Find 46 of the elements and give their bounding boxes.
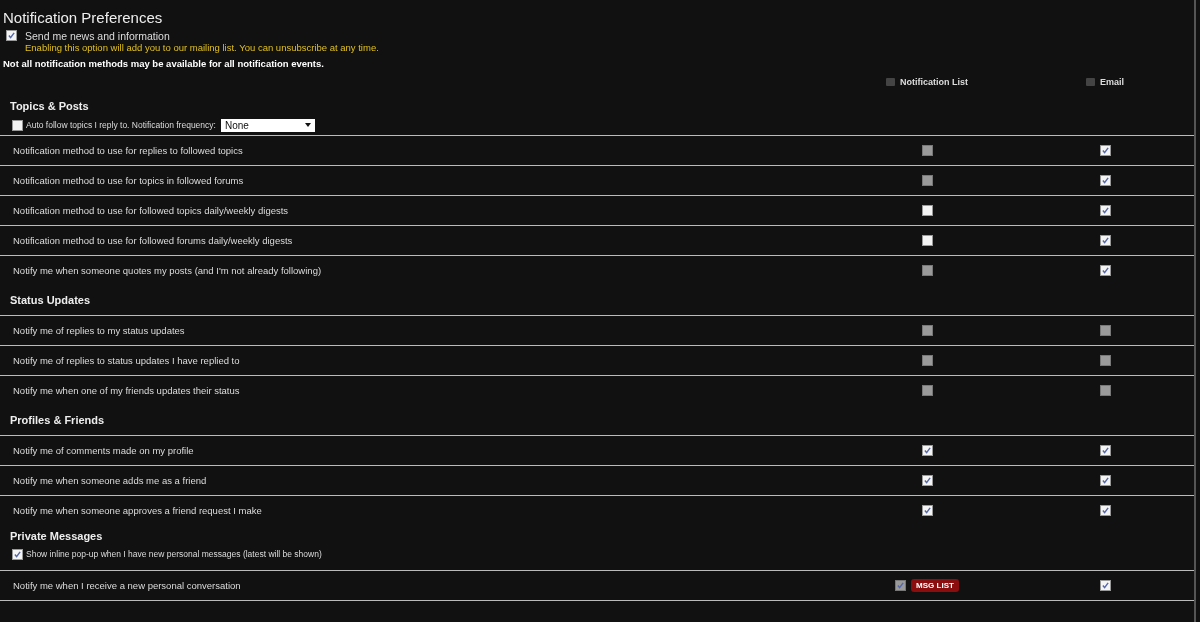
section-title: Private Messages	[9, 529, 104, 544]
caret-icon	[304, 123, 311, 127]
row-label: Notify me when someone approves a friend request I make	[12, 505, 263, 516]
checkbox[interactable]	[1099, 475, 1111, 486]
hint-text: Enabling this option will add you to our mailing list. You can unsubscribe at any time.	[25, 42, 379, 54]
checkbox[interactable]	[1099, 580, 1111, 591]
option-label: Show inline pop-up when I have new personal messages (latest will be shown)	[26, 549, 322, 559]
option-label: Send me news and information	[25, 30, 171, 42]
row-label: Notify me of comments made on my profile	[12, 445, 195, 456]
section-title: Topics & Posts	[9, 99, 90, 114]
checkbox[interactable]	[921, 505, 933, 516]
frequency-select[interactable]: None	[220, 118, 315, 132]
option-label: Auto follow topics I reply to. Notification frequency:	[26, 120, 216, 130]
row-label: Notification method to use for topics in followed forums	[12, 175, 245, 186]
checkbox[interactable]	[921, 445, 933, 456]
column-header: Email	[1100, 77, 1124, 87]
checkbox[interactable]	[921, 475, 933, 486]
note-text: Not all notification methods may be available for all notification events.	[2, 58, 325, 69]
column-icon	[1086, 78, 1095, 86]
row-label: Notification method to use for followed forums daily/weekly digests	[12, 235, 294, 246]
row-label: Notify me when someone quotes my posts (and I'm not already following)	[12, 265, 323, 276]
section-title: Profiles & Friends	[9, 413, 106, 428]
checkbox[interactable]	[1099, 505, 1111, 516]
column-header: Notification List	[900, 77, 968, 87]
checkbox[interactable]	[921, 205, 933, 216]
checkbox[interactable]	[1099, 445, 1111, 456]
row-label: Notify me when one of my friends updates their status	[12, 385, 241, 396]
row-label: Notification method to use for followed topics daily/weekly digests	[12, 205, 290, 216]
checkbox[interactable]	[1099, 205, 1111, 216]
page-title: Notification Preferences	[2, 8, 164, 28]
row-label: Notify me when someone adds me as a friend	[12, 475, 208, 486]
column-icon	[886, 78, 895, 86]
row-label: Notification method to use for replies to followed topics	[12, 145, 244, 156]
checkbox[interactable]	[1099, 235, 1111, 246]
checkbox[interactable]	[6, 30, 17, 41]
checkbox[interactable]	[921, 235, 933, 246]
row-label: Notify me of replies to my status updates	[12, 325, 186, 336]
checkbox[interactable]	[1099, 265, 1111, 276]
checkbox[interactable]	[12, 548, 23, 560]
row-label: Notify me when I receive a new personal conversation	[12, 580, 242, 591]
checkbox[interactable]	[12, 119, 23, 131]
section-title: Status Updates	[9, 293, 92, 308]
row-label: Notify me of replies to status updates I have replied to	[12, 355, 241, 366]
checkbox[interactable]	[1099, 175, 1111, 186]
checkbox[interactable]	[1099, 145, 1111, 156]
msg-list-badge: MSG LIST	[911, 579, 959, 592]
